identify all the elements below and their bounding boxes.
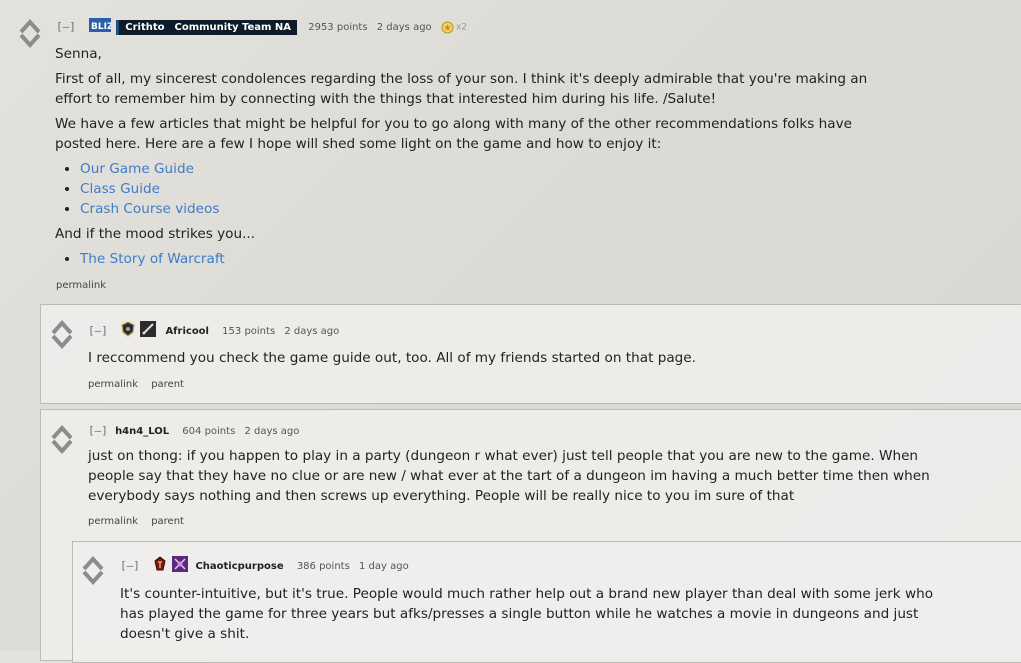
comment-body: just on thong: if you happen to play in … (88, 446, 938, 511)
timestamp: 1 day ago (358, 560, 409, 572)
points: 604 points (182, 426, 236, 437)
blizzard-logo-icon: BLIZZ (89, 18, 121, 35)
list-item: Class Guide (80, 179, 895, 199)
timestamp: 2 days ago (376, 21, 432, 33)
game-guide-link[interactable]: Our Game Guide (80, 161, 194, 177)
comment-paragraph: We have a few articles that might be hel… (55, 116, 852, 152)
author-name[interactable]: Africool (165, 326, 209, 337)
story-of-warcraft-link[interactable]: The Story of Warcraft (80, 251, 225, 267)
collapse-toggle[interactable]: [–] (88, 324, 108, 337)
parent-link[interactable]: parent (151, 379, 184, 390)
author-name[interactable]: Crithto (125, 22, 164, 33)
comment-tagline: [–] BLIZZ Crithto Community Team NA 2953 … (56, 18, 467, 35)
comment-actions: permalink (56, 280, 116, 291)
timestamp: 2 days ago (244, 426, 300, 437)
vote-controls (19, 17, 41, 49)
link-list: The Story of Warcraft (55, 249, 895, 269)
vote-controls (51, 318, 73, 350)
comment-paragraph: First of all, my sincerest condolences r… (55, 71, 868, 107)
horde-crest-icon (153, 556, 167, 575)
downvote-arrow-icon[interactable] (51, 334, 73, 350)
comment-body: It's counter-intuitive, but it's true. P… (120, 584, 960, 649)
comment-tagline: [–] Africool 153 points 2 days ago (88, 321, 345, 340)
comment-body: I reccommend you check the game guide ou… (88, 348, 988, 373)
class-icon (172, 556, 189, 575)
upvote-arrow-icon[interactable] (82, 554, 104, 571)
team-label: Community Team NA (174, 21, 292, 33)
upvote-arrow-icon[interactable] (51, 423, 73, 440)
comment-tagline: [–] Chaoticpurpose 386 points 1 day ago (120, 556, 415, 575)
downvote-arrow-icon[interactable] (19, 33, 41, 49)
gilded-count: x2 (456, 22, 468, 33)
upvote-arrow-icon[interactable] (19, 17, 41, 34)
list-item: Our Game Guide (80, 159, 895, 179)
comment-paragraph: It's counter-intuitive, but it's true. P… (120, 586, 934, 642)
downvote-arrow-icon[interactable] (82, 570, 104, 586)
vote-controls (51, 423, 73, 455)
collapse-toggle[interactable]: [–] (88, 424, 108, 437)
official-flair: Crithto Community Team NA (116, 19, 298, 35)
downvote-arrow-icon[interactable] (51, 439, 73, 455)
class-guide-link[interactable]: Class Guide (80, 181, 160, 197)
gold-star-icon (441, 21, 454, 33)
list-item: Crash Course videos (80, 199, 895, 219)
comment-tagline: [–] h4n4_LOL 604 points 2 days ago (88, 424, 305, 437)
permalink-link[interactable]: permalink (88, 379, 138, 390)
comment-paragraph: And if the mood strikes you... (55, 226, 256, 242)
class-icon (140, 321, 157, 340)
vote-controls (82, 554, 104, 586)
parent-link[interactable]: parent (151, 516, 184, 527)
timestamp: 2 days ago (284, 325, 340, 337)
author-name[interactable]: Chaoticpurpose (195, 561, 283, 572)
points: 2953 points (308, 21, 368, 33)
collapse-toggle[interactable]: [–] (56, 20, 76, 33)
comment-actions: permalink parent (88, 379, 194, 390)
blizzard-logo-text: BLIZZ (91, 22, 111, 32)
comment-actions: permalink parent (88, 516, 194, 527)
comment-paragraph: just on thong: if you happen to play in … (88, 448, 930, 504)
comment-paragraph: I reccommend you check the game guide ou… (88, 350, 696, 366)
comment-body: Senna, First of all, my sincerest condol… (55, 44, 895, 274)
upvote-arrow-icon[interactable] (51, 318, 73, 335)
link-list: Our Game Guide Class Guide Crash Course … (55, 159, 895, 219)
permalink-link[interactable]: permalink (88, 516, 138, 527)
comment-paragraph: Senna, (55, 46, 102, 62)
author-name[interactable]: h4n4_LOL (115, 426, 169, 437)
crash-course-link[interactable]: Crash Course videos (80, 201, 219, 217)
points: 386 points (296, 560, 350, 572)
list-item: The Story of Warcraft (80, 249, 895, 269)
permalink-link[interactable]: permalink (56, 280, 106, 291)
alliance-crest-icon (121, 321, 135, 340)
collapse-toggle[interactable]: [–] (120, 559, 140, 572)
points: 153 points (222, 325, 276, 337)
